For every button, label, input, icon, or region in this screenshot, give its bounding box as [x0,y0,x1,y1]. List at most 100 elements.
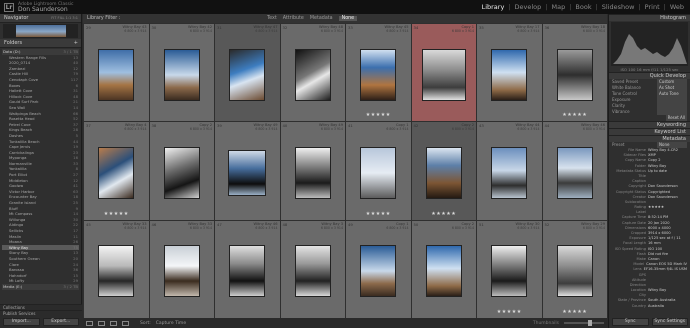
filter-metadata[interactable]: Metadata [310,16,333,21]
thumbnail-cell[interactable]: 37 Witny Bay 46 800 x 3 914 ★★★★★ [84,122,149,220]
photo-thumbnail[interactable] [229,48,266,101]
thumbnail-cell[interactable]: 45 Witny Bay 33 6 800 x 3 914 [84,220,149,318]
keywording-header[interactable]: Keywording [609,121,690,128]
keyword-list-header[interactable]: Keyword List [609,128,690,135]
thumbnail-cell[interactable]: 50 Copy 26 800 x 3 914 [411,220,476,318]
photo-thumbnail[interactable] [360,146,397,199]
photo-thumbnail[interactable] [163,146,200,199]
module-book[interactable]: Book [575,3,591,11]
reset-all-button[interactable]: Reset All [665,115,687,121]
filter-attribute[interactable]: Attribute [283,16,304,21]
metadata-value[interactable]: Don Saunderson [648,195,678,200]
module-slideshow[interactable]: Slideshow [602,3,635,11]
thumbnail-cell[interactable]: 30 Witny Bay 42 6 800 x 3 914 [149,24,214,122]
thumbnail-cell[interactable]: 40 Witny Bay 49 6 800 x 3 914 [280,122,345,220]
cell-dimensions: 6 800 x 3 914 [451,29,474,33]
photo-thumbnail[interactable] [98,245,135,298]
metadata-value[interactable]: Australia [648,304,664,309]
star-rating: ★★★★★ [562,309,588,315]
thumbnail-cell[interactable]: 39 Witny Bay 49 6 800 x 3 914 [215,122,280,220]
photo-thumbnail[interactable] [491,245,528,298]
thumbnail-cell[interactable]: 46 Witny Bay 33 6 800 x 3 914 [149,220,214,318]
photo-thumbnail[interactable] [294,48,331,101]
thumbnail-size-slider[interactable] [564,320,604,326]
metadata-value[interactable]: Up to date [648,169,667,174]
add-folder-icon[interactable]: + [74,39,78,47]
photo-thumbnail[interactable] [229,245,266,298]
photo-thumbnail[interactable] [425,146,462,199]
thumbnail-cell[interactable]: 36 Witny Bay 18 6 800 x 3 914 ★★★★★ [542,24,607,122]
histogram-header[interactable]: Histogram [609,14,690,21]
metadata-value[interactable]: Witny Bay [648,288,666,293]
folders-header[interactable]: Folders + [0,39,81,48]
thumbnail-cell[interactable]: 52 Witny Bay 29 6 800 x 3 914 ★★★★★ [542,220,607,318]
thumbnail-cell[interactable]: 35 Witny Bay 17 6 800 x 3 914 [477,24,542,122]
thumbnail-cell[interactable]: 47 Witny Bay 46 6 800 x 3 914 [215,220,280,318]
library-filter-bar: Library Filter : Text Attribute Metadata No… [83,14,607,23]
photo-thumbnail[interactable] [163,245,200,298]
photo-thumbnail[interactable] [491,146,528,199]
thumbnail-cell[interactable]: 34 Copy 16 800 x 3 914 [411,24,476,122]
photo-thumbnail[interactable] [360,48,397,101]
thumbnail-cell[interactable]: 43 Witny Bay 44 6 800 x 3 914 [477,122,542,220]
photo-thumbnail[interactable] [425,245,462,298]
photo-thumbnail[interactable] [98,48,135,101]
import-button[interactable]: Import... [3,318,40,326]
thumbnail-cell[interactable]: 48 Witny Bay 36 800 x 3 914 [280,220,345,318]
cell-dimensions: 6 800 x 3 914 [582,225,605,230]
thumbnail-cell[interactable]: 32 Witny Bay 48 6 800 x 3 914 [280,24,345,122]
cell-index: 38 [151,123,157,129]
photo-thumbnail[interactable] [421,48,466,101]
grid-view-icon[interactable] [86,320,93,326]
thumbnail-cell[interactable]: 49 Copy 16 800 x 3 914 [346,220,411,318]
filter-none[interactable]: None [338,16,358,21]
cell-index: 50 [413,221,419,227]
photo-thumbnail[interactable] [163,48,200,101]
module-library[interactable]: Library [482,3,505,11]
navigator-zoom-options[interactable]: FIT FILL 1:1 3:1 [51,14,78,22]
cell-dimensions: 6 800 x 3 914 [517,29,540,33]
slider-knob[interactable] [588,320,592,326]
sync-settings-button[interactable]: Sync Settings [651,318,688,326]
photo-thumbnail[interactable] [491,48,528,101]
navigator-preview[interactable] [3,24,78,38]
module-develop[interactable]: Develop [515,3,542,11]
thumbnails-label: Thumbnails [532,320,559,326]
photo-thumbnail[interactable] [556,245,593,298]
metadata-value[interactable]: EF16-35mm f/4L IS USM [644,267,687,272]
module-map[interactable]: Map [551,3,565,11]
photo-thumbnail[interactable] [556,48,593,101]
metadata-header[interactable]: Metadata [609,135,690,142]
quick-develop-header[interactable]: Quick Develop [609,72,690,79]
photo-thumbnail[interactable] [294,245,331,298]
metadata-key: Country [631,303,646,308]
photo-thumbnail[interactable] [294,146,331,199]
metadata-value[interactable]: ★★★★★ [648,205,664,210]
photo-thumbnail[interactable] [556,146,593,199]
photo-thumbnail[interactable] [98,146,135,199]
thumbnail-cell[interactable]: 42 Copy 26 800 x 3 914 ★★★★★ [411,122,476,220]
volume-row[interactable]: Media (E:) 3 / 2 TB [2,283,79,290]
cell-index: 30 [151,25,157,30]
compare-view-icon[interactable] [110,320,117,326]
thumbnail-cell[interactable]: 41 Copy 16 800 x 3 914 ★★★★★ [346,122,411,220]
thumbnail-cell[interactable]: 29 Witny Bay 43 6 800 x 3 914 [84,24,149,122]
thumbnail-cell[interactable]: 38 Copy 26 800 x 3 914 [149,122,214,220]
module-print[interactable]: Print [645,3,660,11]
thumbnail-cell[interactable]: 33 Witny Bay 45 6 800 x 3 914 ★★★★★ [346,24,411,122]
cell-dimensions: 6 800 x 3 914 [386,29,409,33]
survey-view-icon[interactable] [122,320,129,326]
photo-thumbnail[interactable] [360,245,397,298]
loupe-view-icon[interactable] [98,320,105,326]
filter-text[interactable]: Text [267,16,277,21]
sync-button[interactable]: Sync [612,318,649,326]
export-button[interactable]: Export... [42,318,79,326]
thumbnail-cell[interactable]: 31 Witny Bay 47 6 800 x 3 914 [215,24,280,122]
thumbnail-cell[interactable]: 51 Witny Bay 30 6 800 x 3 914 ★★★★★ [477,220,542,318]
module-web[interactable]: Web [670,3,684,11]
identity-text: Adobe Lightroom Classic Don Saunderson [18,2,74,13]
thumbnail-cell[interactable]: 44 Witny Bay 46 6 800 x 3 914 [542,122,607,220]
sort-dropdown[interactable]: Capture Time [156,321,186,326]
navigator-header[interactable]: Navigator FIT FILL 1:1 3:1 [0,14,81,23]
photo-thumbnail[interactable] [228,149,267,196]
